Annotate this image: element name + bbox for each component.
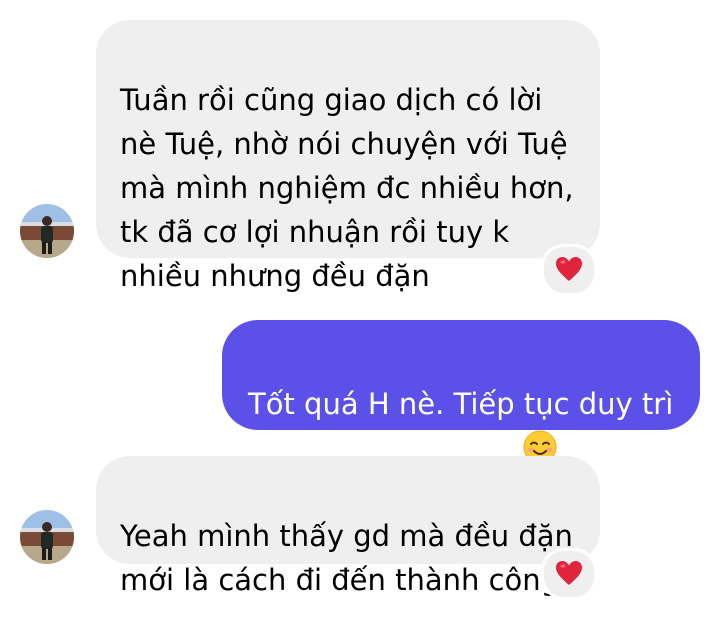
avatar-photo [20, 204, 74, 258]
sender-avatar[interactable] [20, 510, 74, 564]
message-bubble-outgoing[interactable]: Tốt quá H nè. Tiếp tục duy trì trạng thá… [222, 320, 700, 465]
reaction-badge[interactable] [541, 244, 597, 296]
message-text: Tuần rồi cũng giao dịch có lời nè Tuệ, n… [120, 83, 574, 293]
message-text: Yeah mình thấy gd mà đều đặn mới là cách… [120, 519, 573, 597]
reaction-badge[interactable] [541, 548, 597, 600]
avatar-photo [20, 510, 74, 564]
heart-icon [556, 257, 582, 281]
message-bubble-incoming[interactable]: Tuần rồi cũng giao dịch có lời nè Tuệ, n… [96, 20, 600, 293]
heart-icon [556, 561, 582, 585]
sender-avatar[interactable] [20, 204, 74, 258]
message-text: Tốt quá H nè. Tiếp tục duy trì trạng thá… [248, 387, 674, 465]
message-bubble-incoming[interactable]: Yeah mình thấy gd mà đều đặn mới là cách… [96, 456, 600, 597]
